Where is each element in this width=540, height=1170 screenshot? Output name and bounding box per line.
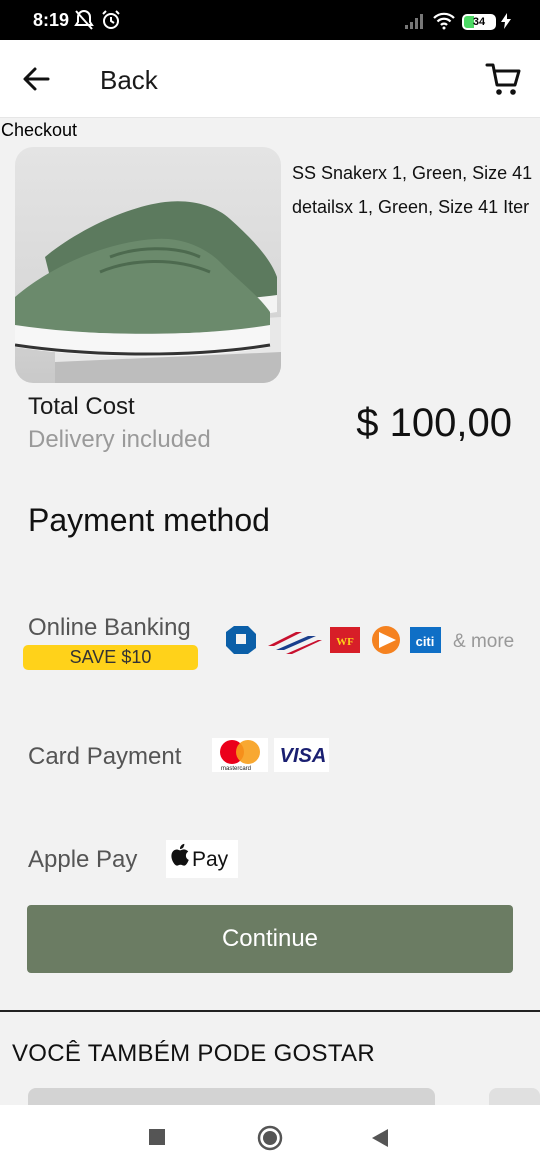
sneaker-illustration xyxy=(15,201,281,383)
section-divider xyxy=(0,1010,540,1012)
mastercard-logo: mastercard xyxy=(212,738,268,772)
card-payment-option[interactable]: Card Payment xyxy=(28,743,181,771)
more-banks-label: & more xyxy=(453,631,515,652)
wells-fargo-icon: WF xyxy=(330,627,360,653)
wifi-icon xyxy=(433,12,455,30)
product-description-line: detailsx 1, Green, Size 41 Iter xyxy=(292,197,530,217)
svg-text:VISA: VISA xyxy=(280,745,327,767)
apple-pay-logo: Pay xyxy=(166,840,238,878)
app-bar: Back xyxy=(0,40,540,118)
status-time: 8:19 xyxy=(33,10,70,30)
total-price: $ 100,00 xyxy=(356,401,512,445)
back-nav-icon[interactable] xyxy=(372,1129,388,1147)
save-badge: SAVE $10 xyxy=(23,645,198,670)
chase-icon xyxy=(226,626,256,654)
system-nav-bar xyxy=(0,1105,540,1170)
product-description: SS Snakerx 1, Green, Size 41 detailsx 1,… xyxy=(292,156,540,224)
td-bank-icon xyxy=(372,626,400,654)
status-bar: 8:19 34 xyxy=(0,0,540,40)
mastercard-icon: mastercard xyxy=(220,740,260,772)
delivery-included-label: Delivery included xyxy=(28,426,211,453)
home-icon[interactable] xyxy=(257,1125,283,1151)
svg-text:mastercard: mastercard xyxy=(221,766,251,772)
visa-logo: VISA xyxy=(274,738,329,772)
product-description-line: SS Snakerx 1, Green, Size 41 xyxy=(292,163,533,183)
apple-pay-option[interactable]: Apple Pay xyxy=(28,846,137,874)
charging-icon xyxy=(501,13,511,29)
continue-button[interactable]: Continue xyxy=(27,905,513,973)
bank-of-america-icon xyxy=(268,632,322,654)
recommendations-heading: VOCÊ TAMBÉM PODE GOSTAR xyxy=(12,1040,375,1067)
signal-icon xyxy=(405,14,423,29)
alarm-icon xyxy=(102,10,120,29)
product-image[interactable] xyxy=(15,147,281,383)
svg-text:WF: WF xyxy=(336,636,354,648)
battery-indicator: 34 xyxy=(462,14,496,30)
bank-logos: WF citi xyxy=(226,626,441,654)
online-banking-option[interactable]: Online Banking xyxy=(28,614,191,642)
total-cost-label: Total Cost xyxy=(28,393,135,420)
citi-icon: citi xyxy=(410,627,441,653)
back-button[interactable]: Back xyxy=(100,65,158,96)
payment-method-heading: Payment method xyxy=(28,502,270,538)
back-arrow-icon[interactable] xyxy=(22,66,50,92)
svg-text:Pay: Pay xyxy=(192,848,229,871)
apple-pay-icon: Pay xyxy=(171,843,229,871)
svg-text:citi: citi xyxy=(416,634,435,649)
recent-apps-icon[interactable] xyxy=(149,1129,165,1145)
visa-icon: VISA xyxy=(280,745,327,767)
notifications-off-icon xyxy=(74,9,94,30)
cart-icon[interactable] xyxy=(484,60,522,98)
page-title: Checkout xyxy=(1,120,78,140)
